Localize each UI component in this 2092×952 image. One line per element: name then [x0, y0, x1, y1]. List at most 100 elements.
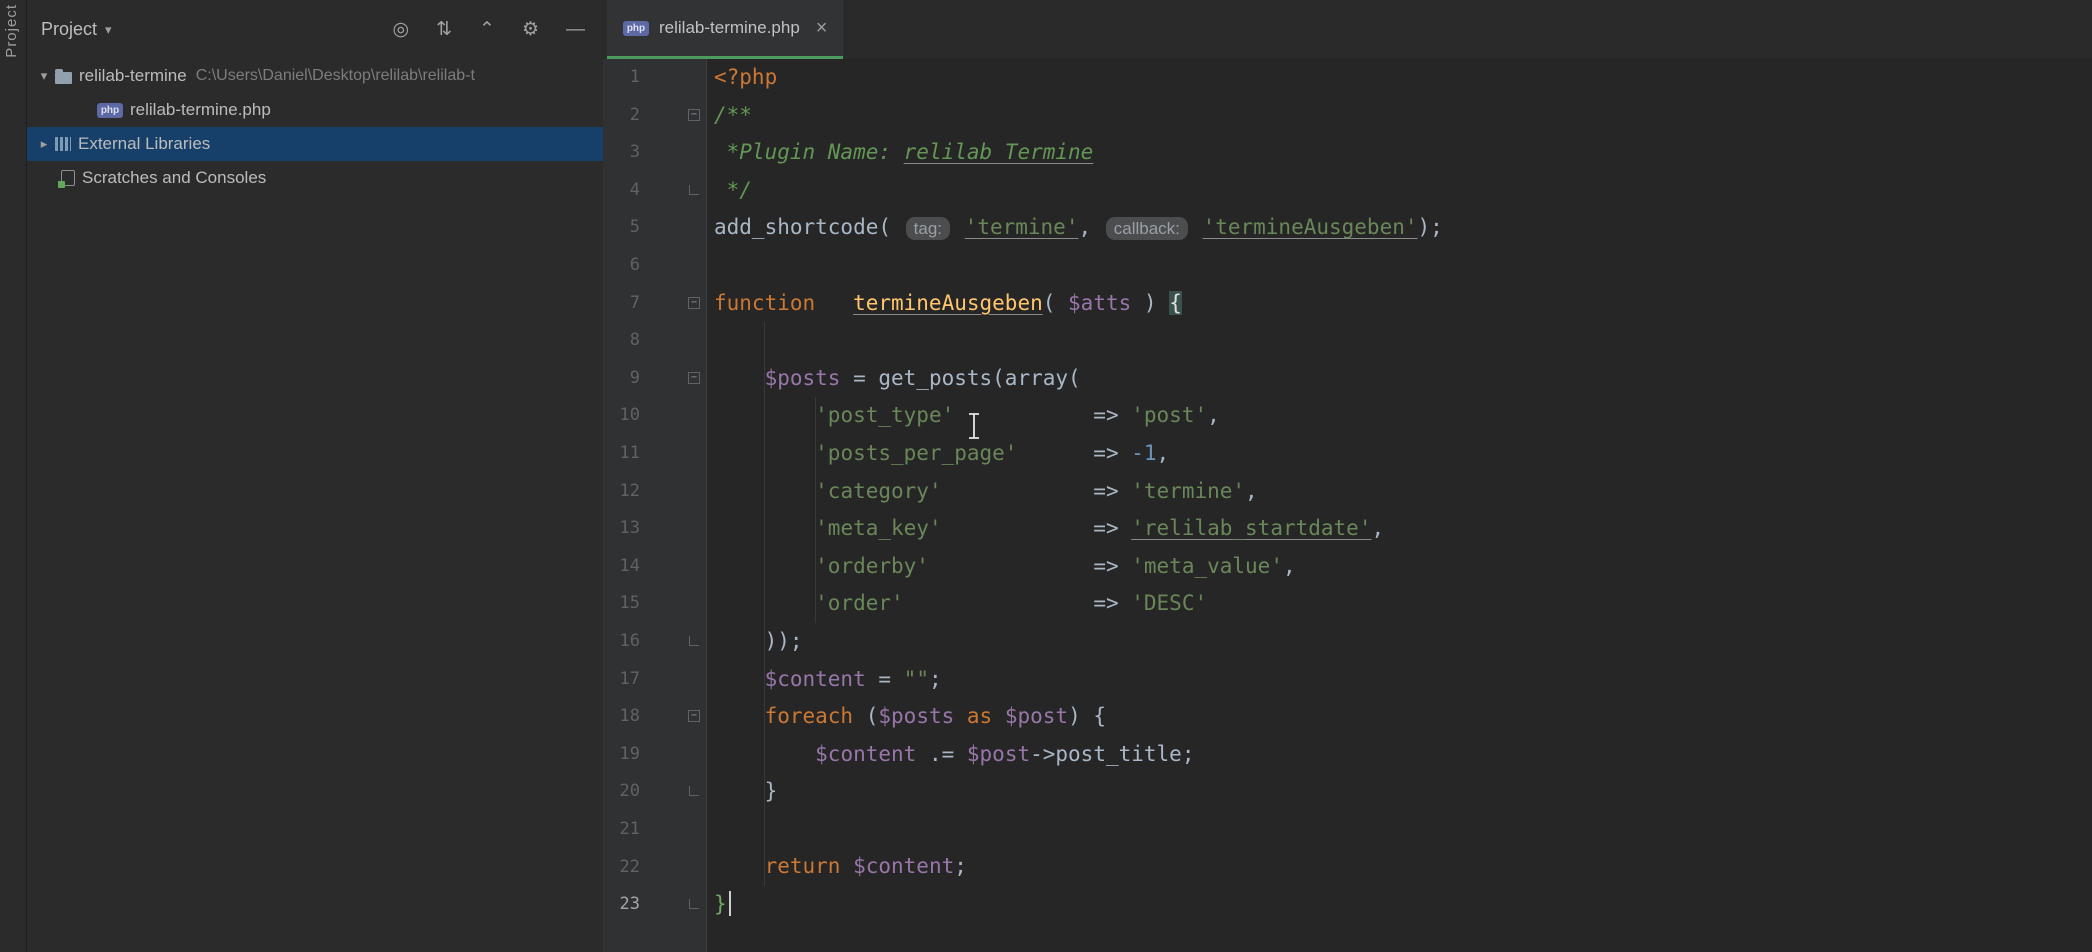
- code-token: return: [765, 854, 841, 878]
- code-line[interactable]: 'posts_per_page' => -1,: [714, 435, 2092, 473]
- code-line[interactable]: 'order' => 'DESC': [714, 585, 2092, 623]
- code-token: /**: [714, 103, 752, 127]
- code-token: [714, 704, 765, 728]
- locate-file-icon[interactable]: ◎: [393, 20, 410, 39]
- code-token: 'post_type': [815, 403, 954, 427]
- code-line[interactable]: $content .= $post->post_title;: [714, 736, 2092, 774]
- code-line[interactable]: 'category' => 'termine',: [714, 473, 2092, 511]
- code-token: [714, 854, 765, 878]
- chevron-down-icon: ▾: [105, 22, 112, 38]
- code-token: $posts: [878, 704, 954, 728]
- project-panel-header: Project ▾ ◎ ⇅ ⌃ ⚙ —: [27, 0, 603, 59]
- code-token: {: [1169, 291, 1182, 315]
- code-token: termineAusgeben: [853, 291, 1043, 315]
- code-line[interactable]: $content = "";: [714, 661, 2092, 699]
- code-token: 'category': [815, 479, 941, 503]
- code-editor[interactable]: 12−34567−89−101112131415161718−192021222…: [603, 59, 2092, 952]
- code-token: */: [714, 178, 752, 202]
- project-stripe-button[interactable]: Project: [3, 4, 20, 58]
- code-line[interactable]: $posts = get_posts(array(: [714, 360, 2092, 398]
- project-view-label: Project: [41, 19, 97, 40]
- tree-item-root-folder[interactable]: ▾relilab-termineC:\Users\Daniel\Desktop\…: [27, 59, 603, 93]
- code-token: $posts: [765, 366, 841, 390]
- code-token: ;: [954, 854, 967, 878]
- code-token: =: [866, 667, 904, 691]
- sort-icon[interactable]: ⇅: [436, 20, 452, 39]
- tree-item-label: Scratches and Consoles: [82, 168, 266, 188]
- code-token: relilab Termine: [904, 140, 1094, 164]
- tab-close-icon[interactable]: ×: [816, 17, 828, 40]
- code-token: ,: [1283, 554, 1296, 578]
- code-token: $post: [967, 742, 1030, 766]
- editor-tab-bar: php relilab-termine.php ×: [603, 0, 2092, 59]
- tab-relilab-termine-php[interactable]: php relilab-termine.php ×: [607, 0, 843, 59]
- collapse-all-icon[interactable]: ⌃: [479, 20, 495, 39]
- code-token: (: [853, 704, 878, 728]
- code-token: "": [904, 667, 929, 691]
- code-token: $post: [1005, 704, 1068, 728]
- chevron-expanded-icon[interactable]: ▾: [33, 68, 55, 84]
- chevron-collapsed-icon[interactable]: ▸: [33, 136, 55, 152]
- code-line[interactable]: }: [714, 886, 2092, 924]
- code-line[interactable]: function termineAusgeben( $atts ) {: [714, 285, 2092, 323]
- code-token: [954, 704, 967, 728]
- code-token: as: [967, 704, 992, 728]
- project-panel: Project ▾ ◎ ⇅ ⌃ ⚙ — ▾relilab-termineC:\Users…: [27, 0, 604, 952]
- code-line[interactable]: 'meta_key' => 'relilab_startdate',: [714, 510, 2092, 548]
- code-token: }: [714, 779, 777, 803]
- code-line[interactable]: }: [714, 773, 2092, 811]
- code-line[interactable]: [714, 247, 2092, 285]
- code-token: =>: [942, 516, 1132, 540]
- code-token: [714, 403, 815, 427]
- tree-item-path: C:\Users\Daniel\Desktop\relilab\relilab-…: [196, 67, 475, 85]
- code-token: [714, 441, 815, 465]
- code-token: 'termine': [1131, 479, 1245, 503]
- code-line[interactable]: [714, 811, 2092, 849]
- tree-item-scratches[interactable]: Scratches and Consoles: [27, 161, 603, 195]
- code-token: [714, 591, 815, 615]
- editor-area: php relilab-termine.php × 12−34567−89−10…: [603, 0, 2092, 952]
- code-line[interactable]: *Plugin Name: relilab Termine: [714, 134, 2092, 172]
- code-token: [714, 479, 815, 503]
- code-line[interactable]: ));: [714, 623, 2092, 661]
- code-token: ,: [1157, 441, 1170, 465]
- code-token: ,: [1207, 403, 1220, 427]
- code-token: );: [1418, 215, 1443, 239]
- scratch-icon: [61, 170, 75, 186]
- code-line[interactable]: /**: [714, 97, 2092, 135]
- tree-item-external-libraries[interactable]: ▸External Libraries: [27, 127, 603, 161]
- code-token: $content: [853, 854, 954, 878]
- tab-label: relilab-termine.php: [659, 18, 800, 38]
- code-token: 'termineAusgeben': [1203, 215, 1418, 239]
- tree-item-php-file[interactable]: phprelilab-termine.php: [27, 93, 603, 127]
- code-line[interactable]: */: [714, 172, 2092, 210]
- code-line[interactable]: add_shortcode( tag: 'termine', callback:…: [714, 209, 2092, 247]
- settings-gear-icon[interactable]: ⚙: [522, 20, 539, 39]
- code-lines: <?php /** *Plugin Name: relilab Termine *…: [603, 59, 2092, 924]
- code-token: [714, 742, 815, 766]
- code-token: -1: [1131, 441, 1156, 465]
- code-token: [714, 366, 765, 390]
- code-token: function: [714, 291, 853, 315]
- code-token: add_shortcode(: [714, 215, 904, 239]
- hide-panel-icon[interactable]: —: [566, 20, 585, 39]
- code-token: $content: [765, 667, 866, 691]
- code-line[interactable]: return $content;: [714, 848, 2092, 886]
- code-token: ));: [714, 629, 803, 653]
- code-token: (: [1043, 291, 1068, 315]
- editor-caret: [729, 891, 731, 916]
- project-view-selector[interactable]: Project ▾: [41, 19, 112, 40]
- code-token: $atts: [1068, 291, 1131, 315]
- code-line[interactable]: 'orderby' => 'meta_value',: [714, 548, 2092, 586]
- code-token: [840, 854, 853, 878]
- code-token: ,: [1371, 516, 1384, 540]
- code-token: 'order': [815, 591, 904, 615]
- project-toolbar-icons: ◎ ⇅ ⌃ ⚙ —: [393, 20, 585, 39]
- code-line[interactable]: <?php: [714, 59, 2092, 97]
- code-token: [992, 704, 1005, 728]
- php-file-icon: php: [623, 21, 649, 36]
- code-line[interactable]: [714, 322, 2092, 360]
- code-line[interactable]: 'post_type' => 'post',: [714, 397, 2092, 435]
- code-token: =>: [929, 554, 1131, 578]
- code-line[interactable]: foreach ($posts as $post) {: [714, 698, 2092, 736]
